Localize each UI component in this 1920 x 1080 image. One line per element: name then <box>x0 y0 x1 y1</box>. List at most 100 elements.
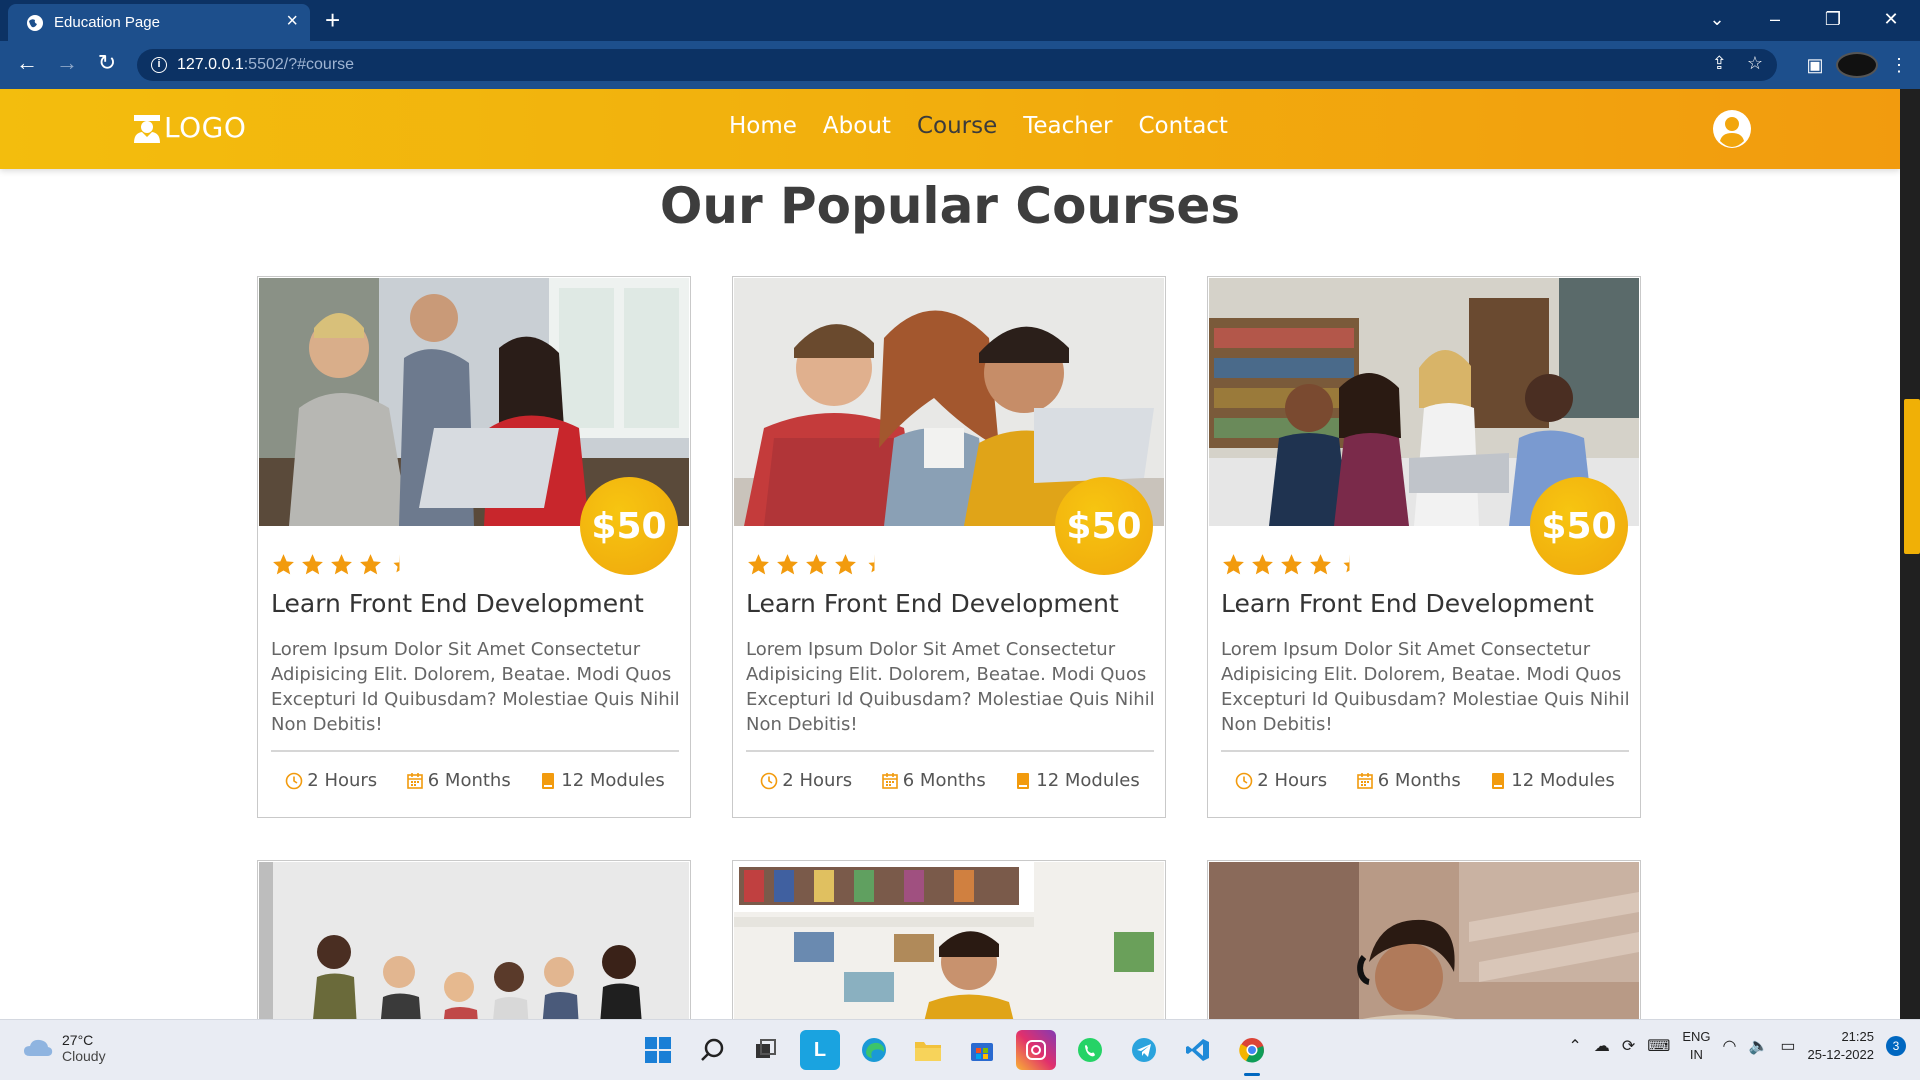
tab-title: Education Page <box>54 14 160 31</box>
user-account-icon[interactable] <box>1712 109 1752 149</box>
divider <box>271 750 679 752</box>
whatsapp-icon[interactable] <box>1070 1030 1110 1070</box>
rating-stars <box>746 552 887 577</box>
course-meta: 2 Hours 6 Months 12 Modules <box>271 770 679 791</box>
tab-search-icon[interactable]: ⌄ <box>1688 0 1746 41</box>
taskbar: 27°C Cloudy L ⌃ ☁ ⟳ ⌨ ENG IN ◠ 🔈 ▭ 21:25… <box>0 1019 1920 1080</box>
vscode-icon[interactable] <box>1178 1030 1218 1070</box>
nav-about[interactable]: About <box>823 113 891 139</box>
close-tab-icon[interactable]: × <box>286 10 298 33</box>
share-icon[interactable]: ⇪ <box>1712 53 1727 74</box>
course-hours: 2 Hours <box>307 770 378 791</box>
course-image <box>1209 862 1639 1019</box>
address-bar[interactable]: i 127.0.0.1:5502/?#course ⇪ ☆ <box>137 49 1777 81</box>
bookmark-star-icon[interactable]: ☆ <box>1747 53 1763 74</box>
star-half-icon <box>393 554 400 573</box>
notification-badge[interactable]: 3 <box>1886 1036 1906 1056</box>
course-card[interactable] <box>1207 860 1641 1019</box>
course-months: 6 Months <box>1377 770 1461 791</box>
task-view-icon[interactable] <box>746 1030 786 1070</box>
url-text[interactable]: 127.0.0.1:5502/?#course <box>177 56 354 74</box>
weather-temperature: 27°C <box>62 1032 94 1048</box>
sync-icon[interactable]: ⟳ <box>1622 1036 1635 1056</box>
star-icon <box>835 554 856 575</box>
star-icon <box>360 554 381 575</box>
star-icon <box>273 554 294 575</box>
course-card[interactable] <box>257 860 691 1019</box>
nav-contact[interactable]: Contact <box>1138 113 1227 139</box>
logo-text: LOGO <box>164 111 247 144</box>
calendar-icon <box>406 772 423 789</box>
course-image <box>259 862 689 1019</box>
nav-course[interactable]: Course <box>917 113 997 139</box>
course-card[interactable]: $50 Learn Front End Development Lorem Ip… <box>1207 276 1641 818</box>
onedrive-cloud-icon[interactable]: ☁ <box>1594 1036 1610 1056</box>
forward-button[interactable]: → <box>52 50 82 76</box>
start-icon[interactable] <box>638 1030 678 1070</box>
course-modules: 12 Modules <box>1036 770 1140 791</box>
course-title: Learn Front End Development <box>271 589 644 618</box>
edge-browser-icon[interactable] <box>854 1030 894 1070</box>
search-icon[interactable] <box>692 1030 732 1070</box>
star-icon <box>1223 554 1244 575</box>
keyboard-icon[interactable]: ⌨ <box>1647 1036 1670 1056</box>
weather-widget[interactable]: 27°C Cloudy <box>22 1032 106 1064</box>
clock[interactable]: 21:25 25-12-2022 <box>1808 1028 1875 1064</box>
price-badge: $50 <box>1055 477 1153 575</box>
battery-icon[interactable]: ▭ <box>1780 1036 1795 1056</box>
microsoft-store-icon[interactable] <box>962 1030 1002 1070</box>
course-modules: 12 Modules <box>561 770 665 791</box>
star-icon <box>1281 554 1302 575</box>
site-info-icon[interactable]: i <box>151 57 167 73</box>
profile-avatar[interactable] <box>1836 52 1878 78</box>
page-scrollbar[interactable] <box>1900 89 1920 1019</box>
chrome-icon[interactable] <box>1232 1030 1272 1076</box>
site-logo[interactable]: LOGO <box>132 111 246 144</box>
clock-icon <box>760 772 778 789</box>
browser-tab-strip: Education Page × + ⌄ – ❐ ✕ <box>0 0 1920 41</box>
minimize-button[interactable]: – <box>1746 0 1804 41</box>
language-indicator[interactable]: ENG IN <box>1682 1028 1710 1064</box>
scrollbar-thumb[interactable] <box>1904 399 1920 554</box>
browser-toolbar: ← → ↻ i 127.0.0.1:5502/?#course ⇪ ☆ ▣ ⋮ <box>0 41 1920 89</box>
course-card[interactable]: $50 Learn Front End Development Lorem Ip… <box>732 276 1166 818</box>
volume-icon[interactable]: 🔈 <box>1748 1036 1768 1056</box>
course-modules: 12 Modules <box>1511 770 1615 791</box>
instagram-icon[interactable] <box>1016 1030 1056 1070</box>
launcher-l-icon[interactable]: L <box>800 1030 840 1070</box>
wifi-icon[interactable]: ◠ <box>1722 1036 1736 1056</box>
star-icon <box>806 554 827 575</box>
star-icon <box>302 554 323 575</box>
price-badge: $50 <box>580 477 678 575</box>
course-months: 6 Months <box>427 770 511 791</box>
globe-icon <box>27 15 43 31</box>
file-explorer-icon[interactable] <box>908 1030 948 1070</box>
star-icon <box>777 554 798 575</box>
reload-button[interactable]: ↻ <box>92 50 122 76</box>
restore-button[interactable]: ❐ <box>1804 0 1862 41</box>
calendar-icon <box>881 772 898 789</box>
chevron-up-icon[interactable]: ⌃ <box>1568 1036 1581 1056</box>
star-half-icon <box>1343 554 1350 573</box>
course-card[interactable] <box>732 860 1166 1019</box>
telegram-icon[interactable] <box>1124 1030 1164 1070</box>
cloud-icon <box>24 1039 53 1056</box>
close-window-button[interactable]: ✕ <box>1862 0 1920 41</box>
course-card[interactable]: $50 Learn Front End Development Lorem Ip… <box>257 276 691 818</box>
course-meta: 2 Hours 6 Months 12 Modules <box>746 770 1154 791</box>
rating-stars <box>271 552 412 577</box>
window-controls: ⌄ – ❐ ✕ <box>1688 0 1920 41</box>
weather-description: Cloudy <box>62 1048 106 1064</box>
browser-tab[interactable]: Education Page × <box>8 4 310 41</box>
clock-icon <box>1235 772 1253 789</box>
new-tab-button[interactable]: + <box>325 5 340 36</box>
course-description: Lorem Ipsum Dolor Sit Amet Consectetur A… <box>746 639 1155 735</box>
side-panel-icon[interactable]: ▣ <box>1794 55 1836 76</box>
page-viewport: LOGO Home About Course Teacher Contact O… <box>0 89 1900 1019</box>
back-button[interactable]: ← <box>12 50 42 76</box>
nav-teacher[interactable]: Teacher <box>1023 113 1112 139</box>
calendar-icon <box>1356 772 1373 789</box>
menu-icon[interactable]: ⋮ <box>1878 55 1920 76</box>
main-nav: Home About Course Teacher Contact <box>729 113 1228 139</box>
nav-home[interactable]: Home <box>729 113 797 139</box>
